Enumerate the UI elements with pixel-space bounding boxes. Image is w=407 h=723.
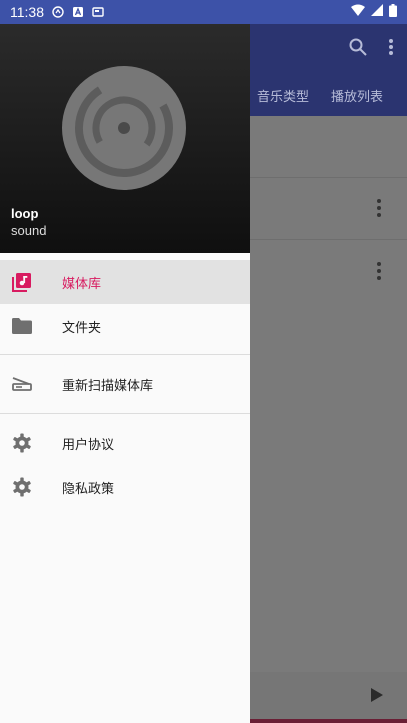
wifi-icon bbox=[351, 4, 365, 20]
disc-icon bbox=[62, 66, 186, 190]
more-options-icon[interactable] bbox=[389, 38, 393, 60]
status-time: 11:38 bbox=[10, 4, 44, 20]
battery-icon bbox=[389, 3, 397, 21]
drawer-header: loop sound bbox=[0, 24, 250, 253]
drawer-item-label: 重新扫描媒体库 bbox=[62, 378, 154, 394]
navigation-drawer: loop sound 媒体库 文件夹 重新扫描媒体库 用户协议 隐私政策 bbox=[0, 24, 250, 723]
drawer-item-library[interactable]: 媒体库 bbox=[0, 260, 250, 304]
notification-card-icon bbox=[92, 6, 104, 18]
settings-icon bbox=[0, 433, 62, 453]
drawer-title: loop bbox=[11, 206, 39, 221]
drawer-item-user-agreement[interactable]: 用户协议 bbox=[0, 421, 250, 465]
drawer-item-folders[interactable]: 文件夹 bbox=[0, 304, 250, 348]
notification-a-icon bbox=[72, 6, 84, 18]
drawer-item-rescan[interactable]: 重新扫描媒体库 bbox=[0, 362, 250, 406]
divider bbox=[0, 413, 250, 414]
tab-playlists[interactable]: 播放列表 bbox=[331, 86, 383, 105]
notification-icon bbox=[52, 6, 64, 18]
drawer-item-label: 隐私政策 bbox=[62, 481, 115, 497]
library-music-icon bbox=[0, 272, 62, 292]
drawer-item-label: 媒体库 bbox=[62, 276, 102, 292]
signal-icon bbox=[371, 4, 383, 20]
divider bbox=[0, 354, 250, 355]
drawer-item-label: 用户协议 bbox=[62, 437, 115, 453]
item-more-icon[interactable] bbox=[377, 199, 381, 217]
scanner-icon bbox=[0, 377, 62, 391]
settings-icon bbox=[0, 477, 62, 497]
drawer-subtitle: sound bbox=[11, 223, 47, 238]
drawer-item-privacy-policy[interactable]: 隐私政策 bbox=[0, 465, 250, 509]
tab-genres[interactable]: 音乐类型 bbox=[257, 86, 309, 105]
drawer-item-label: 文件夹 bbox=[62, 320, 102, 336]
status-bar: 11:38 bbox=[0, 0, 407, 24]
progress-accent bbox=[250, 719, 407, 723]
folder-icon bbox=[0, 318, 62, 334]
search-icon[interactable] bbox=[349, 38, 367, 60]
play-icon[interactable] bbox=[371, 688, 383, 702]
item-more-icon[interactable] bbox=[377, 262, 381, 280]
